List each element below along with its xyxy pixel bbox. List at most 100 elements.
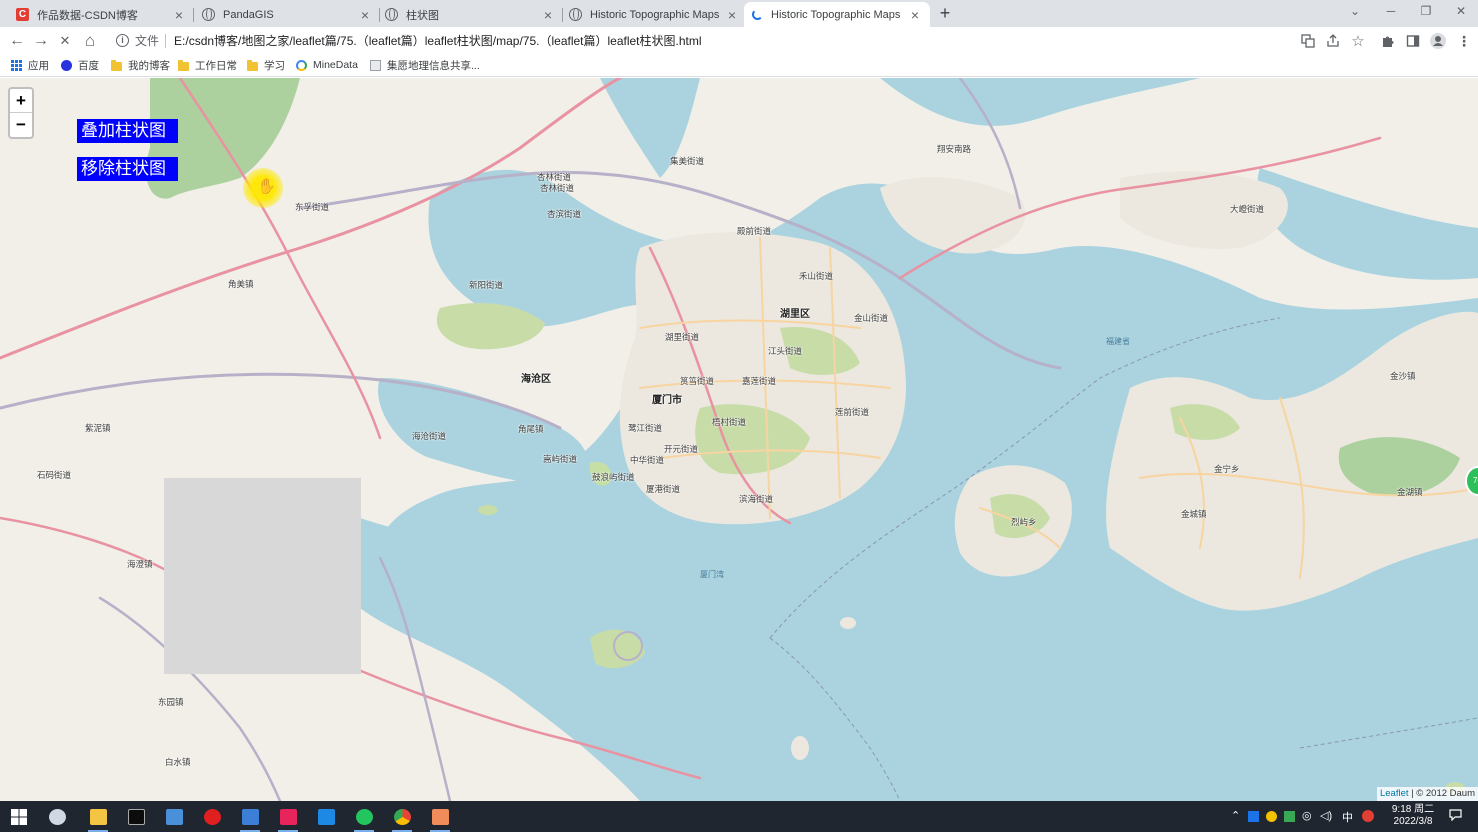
zoom-out-button[interactable]: − xyxy=(10,113,32,137)
label-shima: 石码街道 xyxy=(37,470,72,480)
bookmark-baidu[interactable]: 百度 xyxy=(61,57,99,73)
file-explorer-icon[interactable] xyxy=(86,805,110,832)
tab-bar-chart[interactable]: 柱状图 × xyxy=(377,2,563,27)
tab-search-icon[interactable]: ⌄ xyxy=(1340,2,1370,22)
home-button[interactable]: ⌂ xyxy=(80,31,100,51)
tab-historic-maps[interactable]: Historic Topographic Maps × xyxy=(561,2,747,27)
address-bar[interactable]: i 文件 E:/csdn博客/地图之家/leaflet篇/75.（leaflet… xyxy=(106,29,1366,52)
label-xinyang: 新阳街道 xyxy=(469,280,504,290)
window-close-button[interactable]: ✕ xyxy=(1446,2,1476,22)
label-jiaomei: 角美镇 xyxy=(228,279,254,289)
add-bar-chart-button[interactable]: 叠加柱状图 xyxy=(77,119,178,143)
tray-app-icon[interactable] xyxy=(1362,810,1374,822)
label-wucun: 梧村街道 xyxy=(712,417,747,427)
globe-icon xyxy=(202,8,215,21)
label-xinglin3: 杏林街道 xyxy=(540,183,575,193)
label-jinhu: 金湖镇 xyxy=(1397,487,1423,497)
tab-pandagis[interactable]: PandaGIS × xyxy=(194,2,380,27)
forward-button[interactable]: → xyxy=(31,31,51,51)
bookmark-star-icon[interactable]: ☆ xyxy=(1350,33,1366,50)
label-haicang-street: 海沧街道 xyxy=(412,431,447,441)
intellij-icon[interactable] xyxy=(276,805,300,832)
label-jinshan: 金山街道 xyxy=(854,313,889,323)
close-icon[interactable]: × xyxy=(172,8,186,22)
ime-indicator[interactable]: 中 xyxy=(1342,809,1353,825)
new-tab-button[interactable]: + xyxy=(935,4,955,24)
close-icon[interactable]: × xyxy=(725,8,739,22)
label-jincheng: 金城镇 xyxy=(1181,509,1207,519)
bookmark-work[interactable]: 工作日常 xyxy=(178,57,237,73)
label-baishui: 白水镇 xyxy=(165,757,191,767)
label-huli: 湖里区 xyxy=(780,309,810,320)
label-dongyuan: 东园镇 xyxy=(158,697,184,707)
network-icon[interactable]: ◎ xyxy=(1302,809,1312,822)
bookmark-apps[interactable]: 应用 xyxy=(11,57,49,73)
profile-avatar[interactable] xyxy=(1430,33,1446,49)
tray-shield-icon[interactable] xyxy=(1284,811,1295,822)
map-container[interactable]: 集美街道 杏林街道 杏林街道 杏滨街道 东孚街道 角美镇 新阳街道 海沧区 海沧… xyxy=(0,78,1478,801)
volume-icon[interactable]: ◁) xyxy=(1320,809,1332,822)
bookmarks-bar: 应用 百度 我的博客 工作日常 学习 MineData 集愿地理信息共享... xyxy=(0,54,1478,77)
tray-expand-icon[interactable]: ⌃ xyxy=(1231,809,1240,822)
tab-csdn[interactable]: C 作品数据-CSDN博客 × xyxy=(8,2,194,27)
url-text[interactable]: E:/csdn博客/地图之家/leaflet篇/75.（leaflet篇）lea… xyxy=(174,32,702,49)
baidu-icon xyxy=(61,59,72,71)
label-kaiyuan: 开元街道 xyxy=(664,444,699,454)
globe-icon xyxy=(569,8,582,21)
tab-historic-maps-active[interactable]: Historic Topographic Maps × xyxy=(744,2,930,27)
bookmark-minedata[interactable]: MineData xyxy=(296,57,358,73)
zoom-in-button[interactable]: + xyxy=(10,89,32,113)
bookmark-study[interactable]: 学习 xyxy=(247,57,285,73)
terminal-icon[interactable] xyxy=(124,805,148,828)
share-icon[interactable] xyxy=(1325,33,1341,49)
tab-title: PandaGIS xyxy=(223,8,274,21)
red-app-icon[interactable] xyxy=(200,805,224,828)
tab-title: 柱状图 xyxy=(406,9,439,22)
chrome-icon[interactable] xyxy=(390,805,414,832)
label-heshan: 禾山街道 xyxy=(799,271,834,281)
close-icon[interactable]: × xyxy=(541,8,555,22)
close-icon[interactable]: × xyxy=(908,8,922,22)
paint-icon[interactable] xyxy=(428,805,452,832)
remote-desktop-icon[interactable] xyxy=(162,805,186,828)
bookmark-my-blog[interactable]: 我的博客 xyxy=(111,57,170,73)
label-xiamen-city: 厦门市 xyxy=(652,395,682,406)
tray-app-icon[interactable] xyxy=(1248,811,1259,822)
tray-app-icon[interactable] xyxy=(1266,811,1277,822)
label-haicheng: 海澄镇 xyxy=(127,559,153,569)
stop-button[interactable]: ✕ xyxy=(55,31,75,51)
widget-icon[interactable] xyxy=(45,805,69,828)
unloaded-tile xyxy=(164,478,361,674)
leaflet-link[interactable]: Leaflet xyxy=(1380,788,1409,799)
bookmark-label: 工作日常 xyxy=(195,59,237,72)
close-icon[interactable]: × xyxy=(358,8,372,22)
label-xiagang: 厦港街道 xyxy=(646,484,681,494)
label-lianqian: 莲前街道 xyxy=(835,407,870,417)
label-dongfu: 东孚街道 xyxy=(295,202,330,212)
tab-title: Historic Topographic Maps xyxy=(771,8,901,21)
system-clock[interactable]: 9:18 周二 2022/3/8 xyxy=(1386,804,1440,828)
tab-title: Historic Topographic Maps xyxy=(590,8,720,21)
bookmark-label: 集愿地理信息共享... xyxy=(387,59,480,72)
label-zhonghua: 中华街道 xyxy=(630,455,665,465)
label-lujiang: 鹭江街道 xyxy=(628,423,663,433)
windows-start-icon[interactable] xyxy=(7,805,31,828)
bookmark-geo-share[interactable]: 集愿地理信息共享... xyxy=(370,57,480,73)
wechat-icon[interactable] xyxy=(352,805,376,832)
extensions-icon[interactable] xyxy=(1380,33,1396,49)
remove-bar-chart-button[interactable]: 移除柱状图 xyxy=(77,157,178,181)
restore-button[interactable]: ❐ xyxy=(1411,2,1441,22)
notification-icon[interactable] xyxy=(1449,809,1462,824)
info-icon[interactable]: i xyxy=(116,34,129,47)
side-panel-icon[interactable] xyxy=(1405,33,1421,49)
map-tiles xyxy=(0,78,1478,801)
back-button[interactable]: ← xyxy=(7,31,27,51)
mail-icon[interactable] xyxy=(314,805,338,828)
vscode-icon[interactable] xyxy=(238,805,262,832)
translate-icon[interactable] xyxy=(1300,33,1316,49)
label-dianqian: 殿前街道 xyxy=(737,226,772,236)
minimize-button[interactable]: ─ xyxy=(1376,2,1406,22)
browser-toolbar: ← → ✕ ⌂ i 文件 E:/csdn博客/地图之家/leaflet篇/75.… xyxy=(0,27,1478,54)
menu-icon[interactable]: ⋮ xyxy=(1456,33,1472,49)
clock-time: 9:18 周二 xyxy=(1391,804,1435,815)
